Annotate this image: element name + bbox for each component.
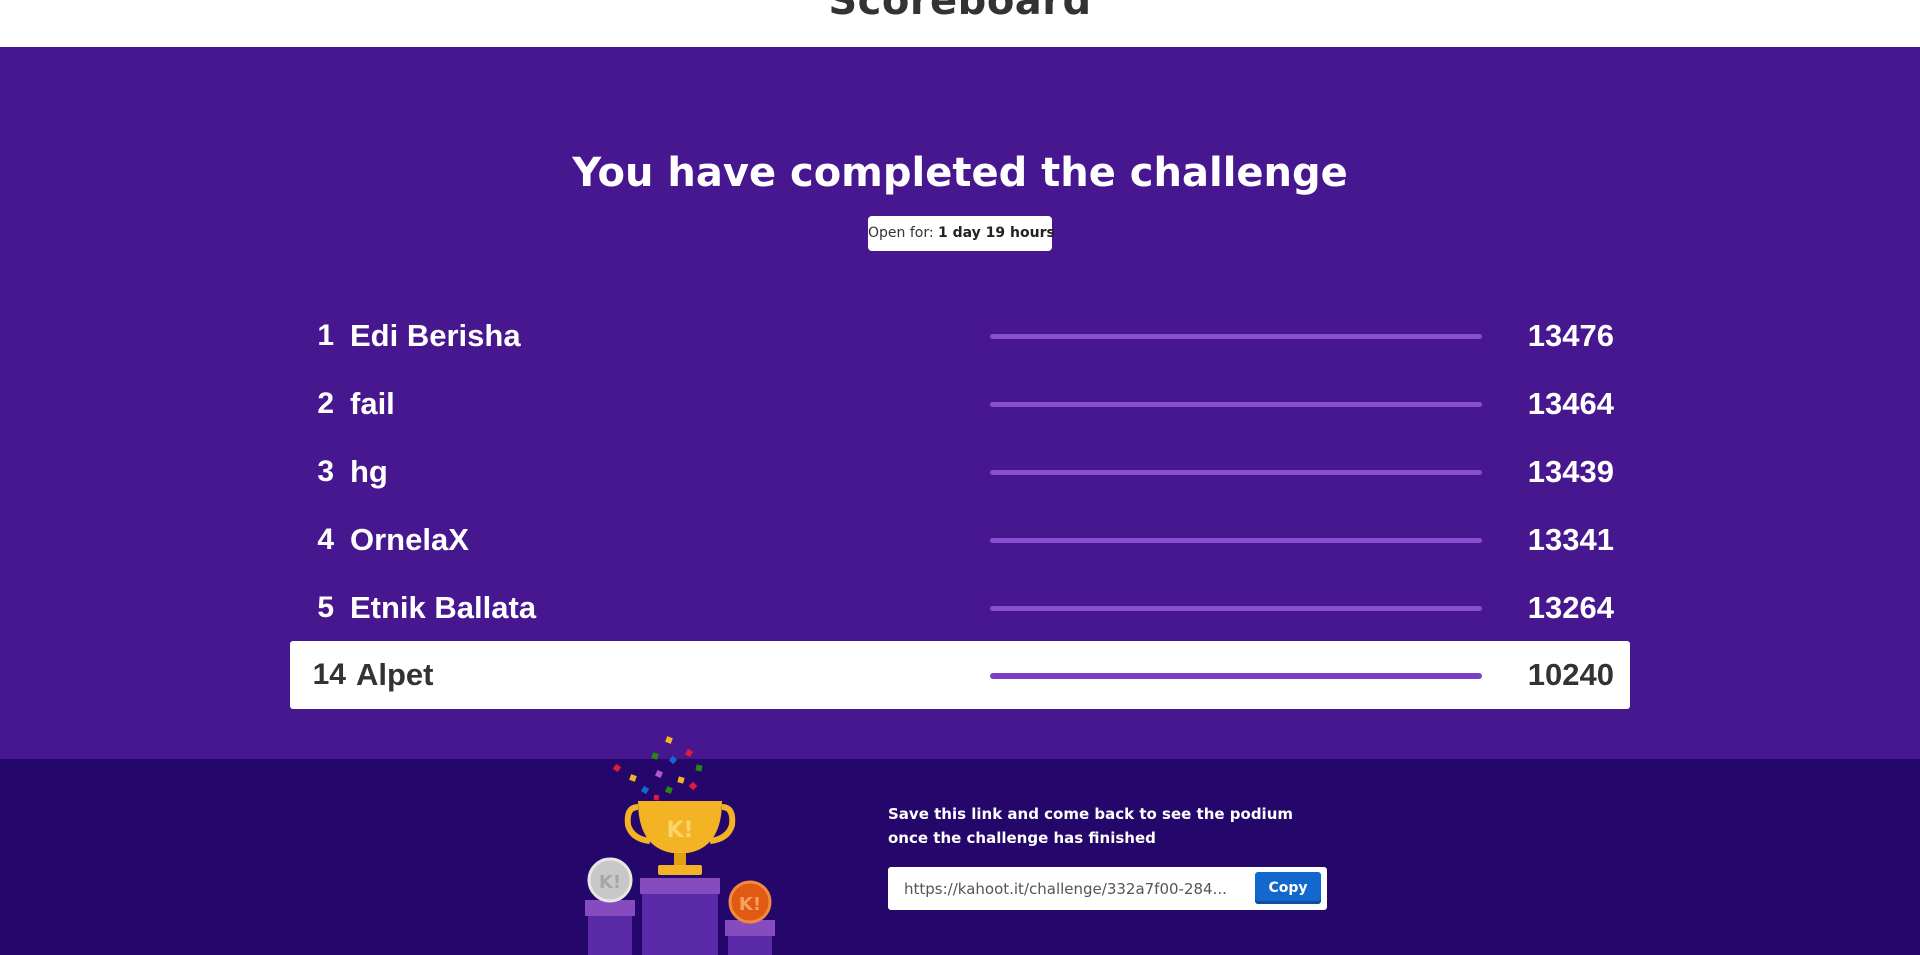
scoreboard-row: 2 fail 13464 <box>290 370 1630 438</box>
podium-trophy-illustration: K! K! K! <box>585 736 775 955</box>
footer-panel <box>0 759 1920 955</box>
challenge-link-box: Copy <box>888 867 1327 910</box>
score-bar <box>990 402 1482 407</box>
copy-link-button[interactable]: Copy <box>1255 872 1321 904</box>
save-link-instructions: Save this link and come back to see the … <box>888 805 1293 847</box>
scoreboard-row: 4 OrnelaX 13341 <box>290 506 1630 574</box>
player-score: 13439 <box>1527 454 1614 489</box>
player-name: Etnik Ballata <box>350 590 537 625</box>
medal-letter: K! <box>739 894 761 915</box>
scoreboard-row: 3 hg 13439 <box>290 438 1630 506</box>
trophy-letter: K! <box>666 818 693 843</box>
confetti-icon <box>612 736 703 801</box>
open-duration-badge: Open for: 1 day 19 hours <box>868 216 1055 251</box>
trophy-icon: K! <box>624 801 736 875</box>
score-bar <box>990 470 1482 475</box>
open-duration-label: Open for: <box>868 225 934 241</box>
player-rank: 2 <box>317 387 334 420</box>
score-bar <box>990 606 1482 611</box>
player-score: 10240 <box>1527 657 1614 692</box>
player-score: 13476 <box>1527 318 1614 353</box>
silver-medal-icon: K! <box>587 857 633 903</box>
player-rank: 1 <box>317 319 334 352</box>
player-rank: 14 <box>312 658 346 691</box>
player-name: Alpet <box>356 657 434 692</box>
player-name: OrnelaX <box>350 522 469 557</box>
score-bar <box>990 673 1482 679</box>
player-score: 13264 <box>1527 590 1614 625</box>
player-rank: 4 <box>317 523 334 556</box>
player-score: 13464 <box>1527 386 1614 421</box>
score-bar <box>990 538 1482 543</box>
player-name: fail <box>350 386 395 421</box>
current-player-row: 14 Alpet 10240 <box>290 641 1630 709</box>
top-bar: Scoreboard <box>0 0 1920 47</box>
challenge-results-panel: You have completed the challenge Open fo… <box>0 47 1920 759</box>
player-rank: 3 <box>317 455 334 488</box>
completion-headline: You have completed the challenge <box>572 150 1348 196</box>
score-bar <box>990 334 1482 339</box>
scoreboard-row: 5 Etnik Ballata 13264 <box>290 574 1630 642</box>
page-title: Scoreboard <box>828 0 1092 24</box>
scoreboard-row: 1 Edi Berisha 13476 <box>290 302 1630 370</box>
medal-letter: K! <box>599 872 621 893</box>
open-duration-value: 1 day 19 hours <box>938 225 1055 241</box>
player-name: Edi Berisha <box>350 318 521 353</box>
bronze-medal-icon: K! <box>728 880 772 924</box>
challenge-link-input[interactable] <box>888 867 1252 910</box>
player-score: 13341 <box>1527 522 1614 557</box>
player-name: hg <box>350 454 388 489</box>
player-rank: 5 <box>317 591 334 624</box>
